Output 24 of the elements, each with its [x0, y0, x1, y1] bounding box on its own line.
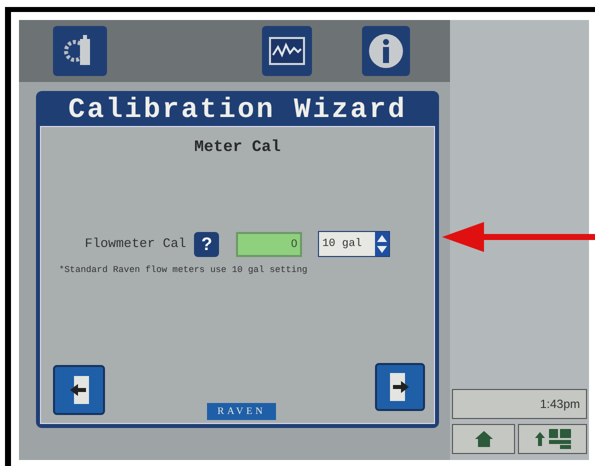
layout-button[interactable] [518, 424, 587, 454]
calibration-input[interactable]: 0 [236, 232, 302, 256]
info-tab[interactable] [362, 26, 410, 76]
note-text: *Standard Raven flow meters use 10 gal setting [59, 264, 308, 277]
unit-dropdown[interactable]: 10 gal [318, 231, 390, 257]
tools-tab[interactable] [53, 26, 107, 76]
chart-tab[interactable] [262, 26, 312, 76]
brand-logo: RAVEN [207, 403, 276, 420]
spinner-arrows-icon [375, 232, 390, 256]
dialog-title: Calibration Wizard [67, 95, 408, 126]
back-button[interactable] [53, 365, 105, 415]
home-button[interactable] [452, 424, 515, 454]
grid-icon [548, 429, 570, 449]
help-button[interactable]: ? [194, 232, 220, 256]
next-arrow-icon [389, 372, 411, 402]
field-label: Flowmeter Cal [84, 235, 186, 254]
waveform-icon [269, 37, 305, 65]
dialog-subtitle: Meter Cal [194, 137, 281, 158]
back-arrow-icon [68, 375, 90, 405]
up-arrow-icon [534, 431, 544, 447]
info-icon [367, 32, 405, 70]
clock-text: 1:43pm [452, 389, 587, 419]
home-icon [474, 430, 494, 448]
next-button[interactable] [375, 363, 425, 411]
